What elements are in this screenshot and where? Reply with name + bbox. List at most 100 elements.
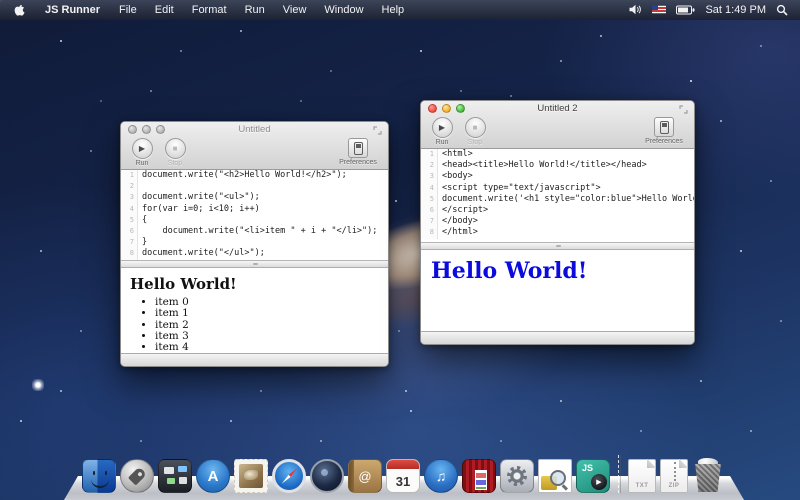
finder-icon[interactable] — [82, 459, 116, 493]
volume-icon[interactable] — [628, 4, 642, 15]
preferences-button[interactable]: Preferences — [642, 117, 686, 145]
code-line: document.write("<h2>Hello World!</h2>"); — [138, 170, 347, 181]
code-line: <html> — [438, 149, 473, 160]
line-number: 3 — [121, 192, 138, 203]
app-store-icon[interactable]: A — [196, 459, 230, 493]
window-bottom-bar — [421, 331, 694, 344]
title-bar[interactable]: Untitled 2 — [421, 101, 694, 116]
apple-menu[interactable] — [0, 3, 35, 16]
ical-day: 31 — [396, 474, 410, 489]
preferences-button[interactable]: Preferences — [336, 138, 380, 166]
preferences-label: Preferences — [645, 138, 683, 145]
code-line: </body> — [438, 216, 478, 227]
itunes-glyph: ♫ — [436, 468, 447, 484]
window-header[interactable]: Untitled ▶ Run ■ Stop Preferences — [121, 122, 388, 170]
close-button[interactable] — [128, 125, 137, 134]
stop-button[interactable]: ■ Stop — [462, 117, 488, 146]
line-number: 5 — [121, 215, 138, 226]
fullscreen-button[interactable] — [373, 126, 382, 135]
list-item: item 2 — [155, 320, 388, 331]
code-line: <head><title>Hello World!</title></head> — [438, 160, 647, 171]
run-button[interactable]: ▶ Run — [429, 117, 455, 146]
menu-file[interactable]: File — [110, 4, 146, 16]
run-button[interactable]: ▶ Run — [129, 138, 155, 167]
app-menu-js-runner[interactable]: JS Runner — [35, 4, 110, 16]
battery-icon[interactable] — [676, 5, 695, 15]
title-bar[interactable]: Untitled — [121, 122, 388, 137]
itunes-icon[interactable]: ♫ — [424, 459, 458, 493]
menu-format[interactable]: Format — [183, 4, 236, 16]
menu-edit[interactable]: Edit — [146, 4, 183, 16]
list-item: item 1 — [155, 308, 388, 319]
address-book-glyph: @ — [358, 469, 371, 484]
play-badge-icon: ▶ — [591, 474, 607, 490]
js-runner-icon[interactable]: JS ▶ — [576, 459, 610, 493]
launchpad-icon[interactable] — [120, 459, 154, 493]
menu-view[interactable]: View — [274, 4, 316, 16]
zoom-button[interactable] — [156, 125, 165, 134]
menu-window[interactable]: Window — [315, 4, 372, 16]
fullscreen-button[interactable] — [679, 105, 688, 114]
stop-button[interactable]: ■ Stop — [162, 138, 188, 167]
code-editor[interactable]: 1<html> 2<head><title>Hello World!</titl… — [421, 149, 694, 243]
dock-separator — [618, 455, 620, 493]
trash-icon[interactable] — [692, 459, 724, 493]
apple-icon — [14, 3, 25, 16]
menu-help[interactable]: Help — [373, 4, 414, 16]
stop-icon: ■ — [465, 117, 486, 138]
zoom-button[interactable] — [456, 104, 465, 113]
code-line: <script type="text/javascript"> — [438, 183, 601, 194]
code-line: for(var i=0; i<10; i++) — [138, 204, 260, 215]
app-store-glyph: A — [208, 468, 219, 485]
preferences-label: Preferences — [339, 159, 377, 166]
line-number: 3 — [421, 171, 438, 182]
menu-clock[interactable]: Sat 1:49 PM — [705, 4, 766, 16]
stop-icon: ■ — [165, 138, 186, 159]
zip-document-icon[interactable]: ZIP — [660, 459, 688, 493]
output-webview[interactable]: Hello World! — [421, 250, 694, 331]
input-source-flag-icon[interactable] — [652, 5, 666, 14]
document-search-app-icon[interactable] — [538, 459, 572, 493]
desktop: { "menu_bar": { "app_name": "JS Runner",… — [0, 0, 800, 500]
address-book-icon[interactable]: @ — [348, 459, 382, 493]
run-label: Run — [136, 160, 149, 167]
minimize-button[interactable] — [142, 125, 151, 134]
window-header[interactable]: Untitled 2 ▶ Run ■ Stop Preferences — [421, 101, 694, 149]
preferences-icon — [654, 117, 674, 137]
line-number: 2 — [121, 181, 138, 192]
output-heading: Hello World! — [431, 258, 694, 284]
code-line: document.write("<ul>"); — [138, 192, 260, 203]
code-editor[interactable]: 1document.write("<h2>Hello World!</h2>")… — [121, 170, 388, 261]
window-bottom-bar — [121, 353, 388, 366]
preferences-icon — [348, 138, 368, 158]
facetime-icon[interactable] — [310, 459, 344, 493]
line-number: 7 — [121, 237, 138, 248]
output-list: item 0 item 1 item 2 item 3 item 4 item … — [155, 297, 388, 353]
photo-booth-icon[interactable] — [462, 459, 496, 493]
ical-icon[interactable]: 31 — [386, 459, 420, 493]
pane-splitter[interactable] — [121, 261, 388, 268]
output-webview[interactable]: Hello World! item 0 item 1 item 2 item 3… — [121, 268, 388, 353]
menu-run[interactable]: Run — [236, 4, 274, 16]
line-number: 4 — [421, 183, 438, 194]
dock: A @ 31 ♫ JS ▶ TXT ZIP — [0, 446, 800, 500]
play-icon: ▶ — [432, 117, 453, 138]
line-number: 8 — [121, 248, 138, 259]
minimize-button[interactable] — [442, 104, 451, 113]
gear-icon — [507, 466, 527, 486]
code-line: document.write("<li>item " + i + "</li>"… — [138, 226, 377, 237]
magnifier-icon — [550, 470, 566, 486]
spotlight-icon[interactable] — [776, 4, 788, 16]
line-number: 6 — [421, 205, 438, 216]
pane-splitter[interactable] — [421, 243, 694, 250]
safari-icon[interactable] — [272, 459, 306, 493]
mission-control-icon[interactable] — [158, 459, 192, 493]
close-button[interactable] — [428, 104, 437, 113]
code-line — [138, 181, 142, 192]
line-number: 2 — [421, 160, 438, 171]
code-line: { — [138, 215, 147, 226]
txt-document-icon[interactable]: TXT — [628, 459, 656, 493]
system-preferences-icon[interactable] — [500, 459, 534, 493]
mail-icon[interactable] — [234, 459, 268, 493]
line-number: 1 — [421, 149, 438, 160]
